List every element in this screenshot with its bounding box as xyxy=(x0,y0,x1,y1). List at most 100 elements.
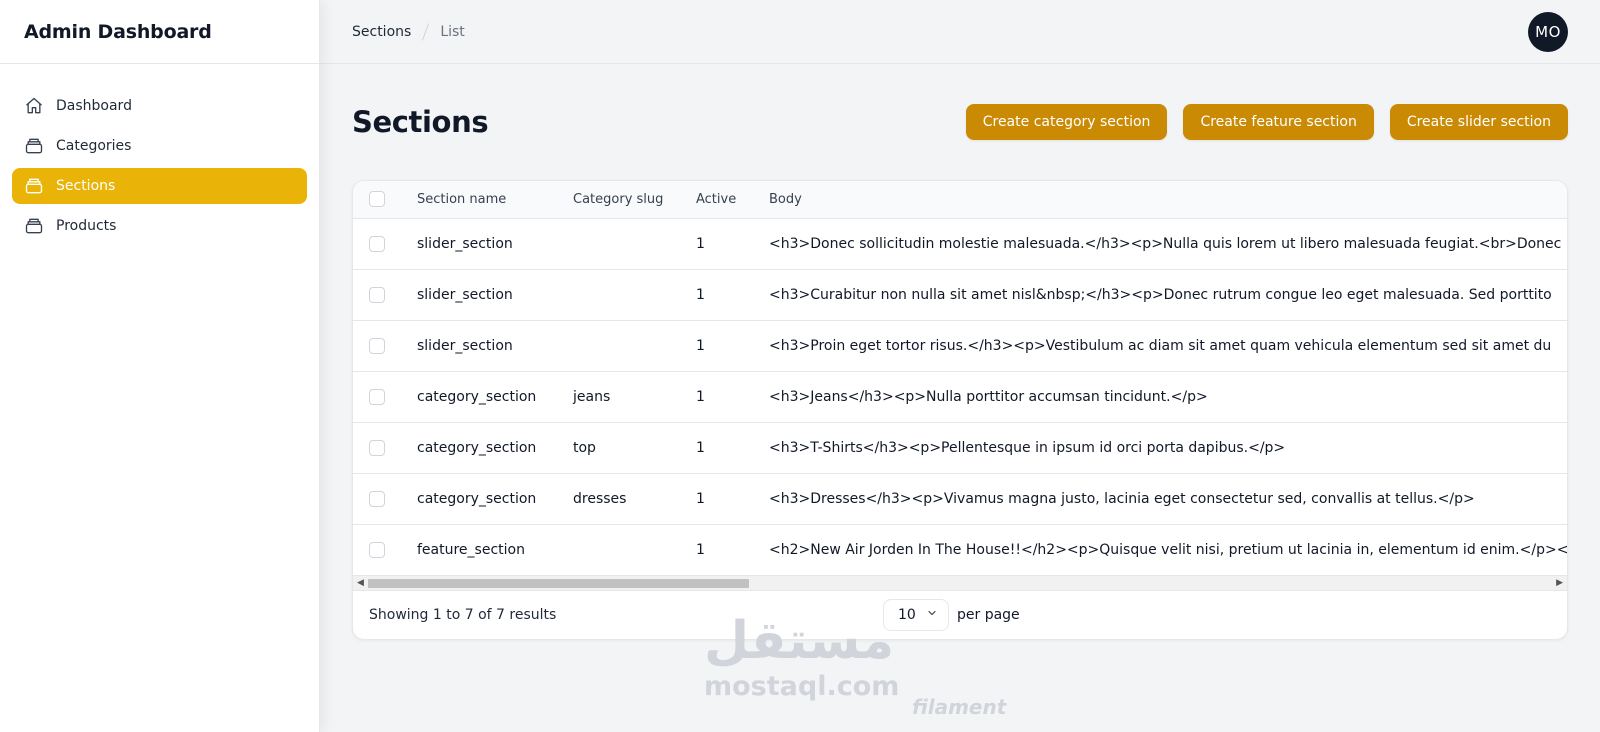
watermark-arabic-logo: مستقل xyxy=(704,611,895,671)
table-row[interactable]: slider_section 1 <h3>Proin eget tortor r… xyxy=(353,320,1567,372)
breadcrumb: Sections List xyxy=(352,22,465,41)
cell-body: <h3>Proin eget tortor risus.</h3><p>Vest… xyxy=(761,320,1567,372)
table-header-row: Section name Category slug Active Body xyxy=(353,181,1567,219)
column-header-body[interactable]: Body xyxy=(761,181,1567,219)
row-select-cell xyxy=(353,269,401,321)
table-row[interactable]: slider_section 1 <h3>Curabitur non nulla… xyxy=(353,269,1567,321)
main-content: Sections Create category section Create … xyxy=(352,64,1568,640)
cell-body: <h3>Jeans</h3><p>Nulla porttitor accumsa… xyxy=(761,371,1567,423)
cell-body: <h3>Dresses</h3><p>Vivamus magna justo, … xyxy=(761,473,1567,525)
cell-section-name: category_section xyxy=(401,422,565,474)
sidebar-item-categories[interactable]: Categories xyxy=(12,128,307,164)
create-feature-section-button[interactable]: Create feature section xyxy=(1183,104,1374,140)
scroll-left-icon[interactable]: ◀ xyxy=(357,578,364,588)
watermark-brand: filament xyxy=(912,695,1007,719)
sidebar-item-label: Sections xyxy=(56,178,116,194)
row-select-cell xyxy=(353,473,401,525)
row-select-cell xyxy=(353,524,401,575)
row-checkbox[interactable] xyxy=(369,235,385,252)
sidebar-item-label: Dashboard xyxy=(56,98,132,114)
scrollbar-thumb[interactable] xyxy=(368,579,749,588)
avatar[interactable]: MO xyxy=(1528,12,1568,52)
cell-section-name: slider_section xyxy=(401,218,565,270)
sidebar: Admin Dashboard Dashboard Categories Sec… xyxy=(0,0,320,732)
select-all-cell xyxy=(353,181,401,219)
page-title: Sections xyxy=(352,105,489,139)
row-select-cell xyxy=(353,422,401,474)
cell-category-slug xyxy=(565,218,688,270)
table-row[interactable]: category_section jeans 1 <h3>Jeans</h3><… xyxy=(353,371,1567,423)
horizontal-scrollbar[interactable]: ◀ ▶ xyxy=(353,575,1567,590)
cell-active: 1 xyxy=(688,371,761,423)
app-title: Admin Dashboard xyxy=(0,0,319,64)
cell-active: 1 xyxy=(688,473,761,525)
cell-active: 1 xyxy=(696,541,705,558)
cell-body: <h3>Curabitur non nulla sit amet nisl&nb… xyxy=(761,269,1567,321)
row-select-cell xyxy=(353,320,401,372)
row-checkbox[interactable] xyxy=(369,388,385,405)
cell-category-slug: top xyxy=(565,422,688,474)
row-checkbox[interactable] xyxy=(369,439,385,456)
cell-body: <h2>New Air Jorden In The House!!</h2><p… xyxy=(769,541,1567,558)
breadcrumb-sections[interactable]: Sections xyxy=(352,24,411,40)
row-checkbox[interactable] xyxy=(369,286,385,303)
table-row[interactable]: category_section dresses 1 <h3>Dresses</… xyxy=(353,473,1567,525)
table-scroll-area: Section name Category slug Active Body s… xyxy=(353,181,1567,575)
row-checkbox[interactable] xyxy=(369,490,385,507)
per-page-label: per page xyxy=(957,607,1020,623)
page-header: Sections Create category section Create … xyxy=(352,64,1568,180)
column-header-section-name[interactable]: Section name xyxy=(401,181,565,219)
cell-active: 1 xyxy=(688,218,761,270)
cell-section-name: slider_section xyxy=(401,269,565,321)
table-row[interactable]: feature_section 1 <h2>New Air Jorden In … xyxy=(353,524,1567,575)
create-slider-section-button[interactable]: Create slider section xyxy=(1389,104,1568,140)
cell-category-slug xyxy=(565,320,688,372)
archive-icon xyxy=(24,136,44,156)
sidebar-nav: Dashboard Categories Sections Products xyxy=(0,64,319,272)
row-checkbox[interactable] xyxy=(369,541,385,558)
home-icon xyxy=(24,96,44,116)
chevron-down-icon xyxy=(926,607,938,623)
cell-category-slug xyxy=(565,524,688,575)
results-summary: Showing 1 to 7 of 7 results xyxy=(369,607,557,623)
sidebar-item-dashboard[interactable]: Dashboard xyxy=(12,88,307,124)
archive-icon xyxy=(24,176,44,196)
per-page-value: 10 xyxy=(898,607,916,623)
cell-section-name: category_section xyxy=(401,473,565,525)
create-category-section-button[interactable]: Create category section xyxy=(965,104,1168,140)
cell-category-slug: jeans xyxy=(565,371,688,423)
topbar: Sections List MO xyxy=(320,0,1600,64)
archive-icon xyxy=(24,216,44,236)
cell-active: 1 xyxy=(688,422,761,474)
row-select-cell xyxy=(353,218,401,270)
column-header-active[interactable]: Active xyxy=(688,181,761,219)
cell-body: <h3>T-Shirts</h3><p>Pellentesque in ipsu… xyxy=(761,422,1567,474)
cell-category-slug: dresses xyxy=(565,473,688,525)
breadcrumb-separator xyxy=(422,22,430,41)
sections-table: Section name Category slug Active Body s… xyxy=(353,181,1567,575)
select-all-checkbox[interactable] xyxy=(369,191,385,208)
header-actions: Create category section Create feature s… xyxy=(965,104,1568,140)
cell-category-slug xyxy=(565,269,688,321)
table-row[interactable]: slider_section 1 <h3>Donec sollicitudin … xyxy=(353,218,1567,270)
sections-table-card: Section name Category slug Active Body s… xyxy=(352,180,1568,640)
cell-section-name: category_section xyxy=(401,371,565,423)
cell-active: 1 xyxy=(688,320,761,372)
table-row[interactable]: category_section top 1 <h3>T-Shirts</h3>… xyxy=(353,422,1567,474)
sidebar-item-label: Products xyxy=(56,218,117,234)
row-checkbox[interactable] xyxy=(369,337,385,354)
cell-body: <h3>Donec sollicitudin molestie malesuad… xyxy=(761,218,1567,270)
scroll-right-icon[interactable]: ▶ xyxy=(1556,578,1563,588)
sidebar-item-products[interactable]: Products xyxy=(12,208,307,244)
row-select-cell xyxy=(353,371,401,423)
sidebar-item-sections[interactable]: Sections xyxy=(12,168,307,204)
watermark-site: mostaql.com xyxy=(704,671,900,702)
table-footer: Showing 1 to 7 of 7 results 10 per page xyxy=(353,590,1567,639)
cell-active: 1 xyxy=(688,269,761,321)
sidebar-item-label: Categories xyxy=(56,138,132,154)
per-page-control: 10 per page xyxy=(883,599,1020,631)
cell-section-name: slider_section xyxy=(401,320,565,372)
cell-section-name: feature_section xyxy=(417,541,525,558)
breadcrumb-list: List xyxy=(440,23,465,40)
column-header-category-slug[interactable]: Category slug xyxy=(565,181,688,219)
